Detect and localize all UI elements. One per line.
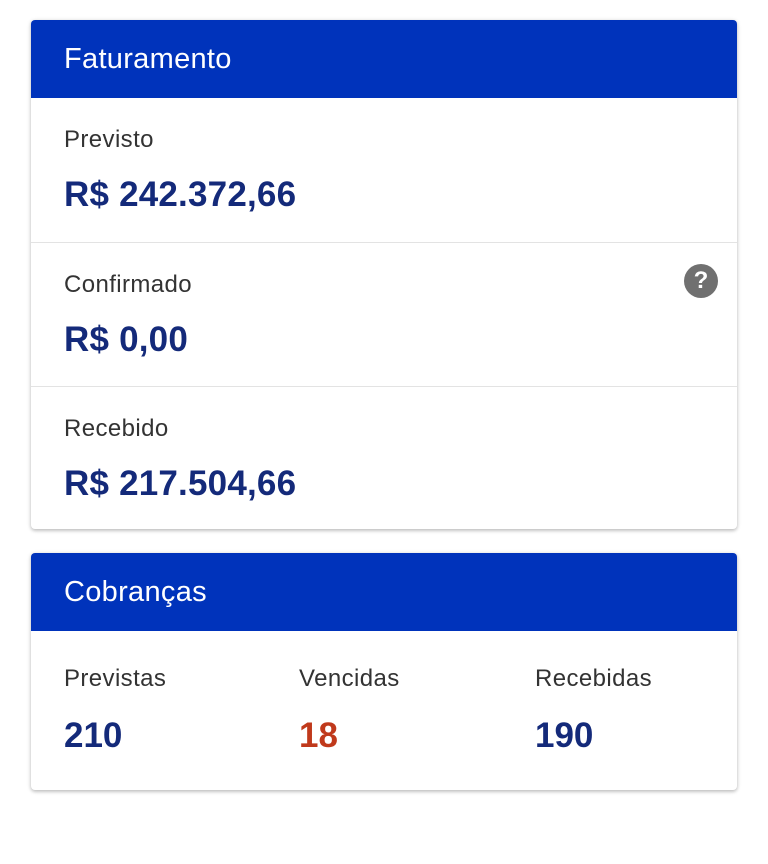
faturamento-header: Faturamento <box>31 20 737 98</box>
cobrancas-card: Cobranças Previstas 210 Vencidas 18 Rece… <box>31 553 737 790</box>
help-icon[interactable]: ? <box>684 264 718 298</box>
previsto-label: Previsto <box>64 126 154 153</box>
confirmado-label: Confirmado <box>64 271 193 298</box>
recebidas-value: 190 <box>535 716 594 755</box>
previstas-label: Previstas <box>64 665 167 692</box>
stat-previstas: Previstas 210 <box>64 665 166 755</box>
stat-recebidas: Recebidas 190 <box>535 665 652 755</box>
faturamento-title: Faturamento <box>64 42 232 75</box>
vencidas-label: Vencidas <box>299 665 400 692</box>
cobrancas-header: Cobranças <box>31 553 737 631</box>
faturamento-card: Faturamento Previsto R$ 242.372,66 Confi… <box>31 20 737 529</box>
recebido-label: Recebido <box>64 415 169 442</box>
recebido-row: Recebido R$ 217.504,66 <box>31 386 737 529</box>
cobrancas-title: Cobranças <box>64 575 207 608</box>
previsto-value: R$ 242.372,66 <box>64 175 297 214</box>
confirmado-value: R$ 0,00 <box>64 320 188 359</box>
recebidas-label: Recebidas <box>535 665 653 692</box>
confirmado-row: Confirmado R$ 0,00 ? <box>31 242 737 386</box>
recebido-value: R$ 217.504,66 <box>64 464 297 503</box>
previstas-value: 210 <box>64 716 123 755</box>
vencidas-value: 18 <box>299 716 338 755</box>
previsto-row: Previsto R$ 242.372,66 <box>31 98 737 242</box>
stat-vencidas: Vencidas 18 <box>299 665 400 755</box>
cobrancas-stats: Previstas 210 Vencidas 18 Recebidas 190 <box>31 631 737 790</box>
